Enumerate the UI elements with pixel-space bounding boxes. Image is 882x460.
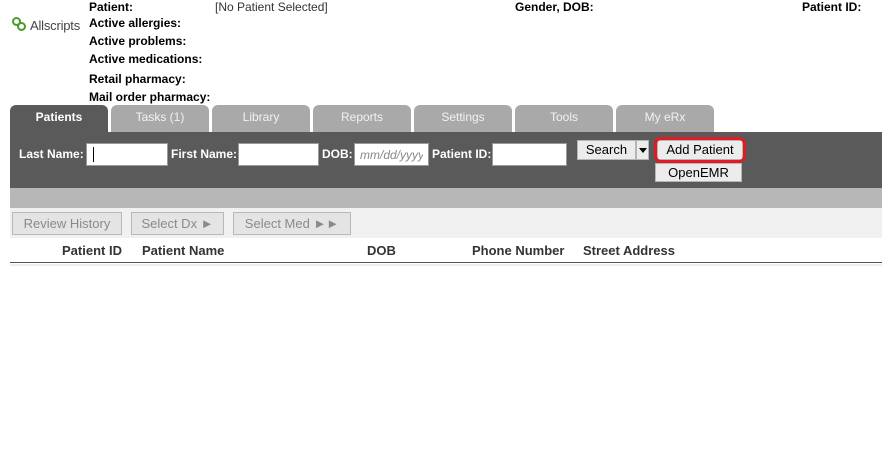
patient-label: Patient: [89, 0, 134, 14]
patient-id-header-label: Patient ID: [802, 0, 862, 14]
table-body-rule [10, 264, 882, 266]
tab-patients[interactable]: Patients [10, 105, 108, 133]
last-name-input[interactable] [86, 143, 168, 166]
column-dob[interactable]: DOB [367, 243, 396, 258]
select-dx-button[interactable]: Select Dx ► [131, 212, 224, 235]
retail-pharmacy-label: Retail pharmacy: [89, 72, 186, 86]
tab-reports[interactable]: Reports [313, 105, 411, 132]
column-street-address[interactable]: Street Address [583, 243, 675, 258]
first-name-input[interactable] [238, 143, 319, 166]
active-problems-label: Active problems: [89, 34, 187, 48]
text-cursor [93, 147, 94, 162]
tab-my-erx[interactable]: My eRx [616, 105, 714, 132]
dob-input[interactable] [354, 143, 429, 166]
mail-order-pharmacy-label: Mail order pharmacy: [89, 90, 211, 104]
active-medications-label: Active medications: [89, 52, 203, 66]
review-history-button[interactable]: Review History [12, 212, 122, 235]
column-phone-number[interactable]: Phone Number [472, 243, 564, 258]
allscripts-logo: Allscripts [12, 17, 80, 33]
column-patient-id[interactable]: Patient ID [62, 243, 122, 258]
tab-settings[interactable]: Settings [414, 105, 512, 132]
openemr-button[interactable]: OpenEMR [655, 163, 742, 182]
first-name-label: First Name: [171, 147, 238, 161]
tab-tasks[interactable]: Tasks (1) [111, 105, 209, 132]
select-med-button[interactable]: Select Med ►► [233, 212, 351, 235]
gender-dob-label: Gender, DOB: [515, 0, 594, 14]
patient-id-search-label: Patient ID: [432, 147, 492, 161]
add-patient-highlight [654, 137, 746, 163]
active-allergies-label: Active allergies: [89, 16, 182, 30]
patient-table-header [10, 238, 882, 263]
brand-name: Allscripts [30, 17, 81, 33]
allscripts-logo-icon [12, 17, 28, 33]
search-button[interactable]: Search [577, 140, 636, 160]
patient-id-input[interactable] [492, 143, 567, 166]
patient-value: [No Patient Selected] [215, 0, 328, 14]
tab-library[interactable]: Library [212, 105, 310, 132]
section-divider [10, 188, 882, 208]
last-name-label: Last Name: [19, 147, 84, 161]
dob-label: DOB: [322, 147, 353, 161]
search-options-dropdown-icon[interactable] [636, 140, 649, 160]
column-patient-name[interactable]: Patient Name [142, 243, 224, 258]
tab-tools[interactable]: Tools [515, 105, 613, 132]
